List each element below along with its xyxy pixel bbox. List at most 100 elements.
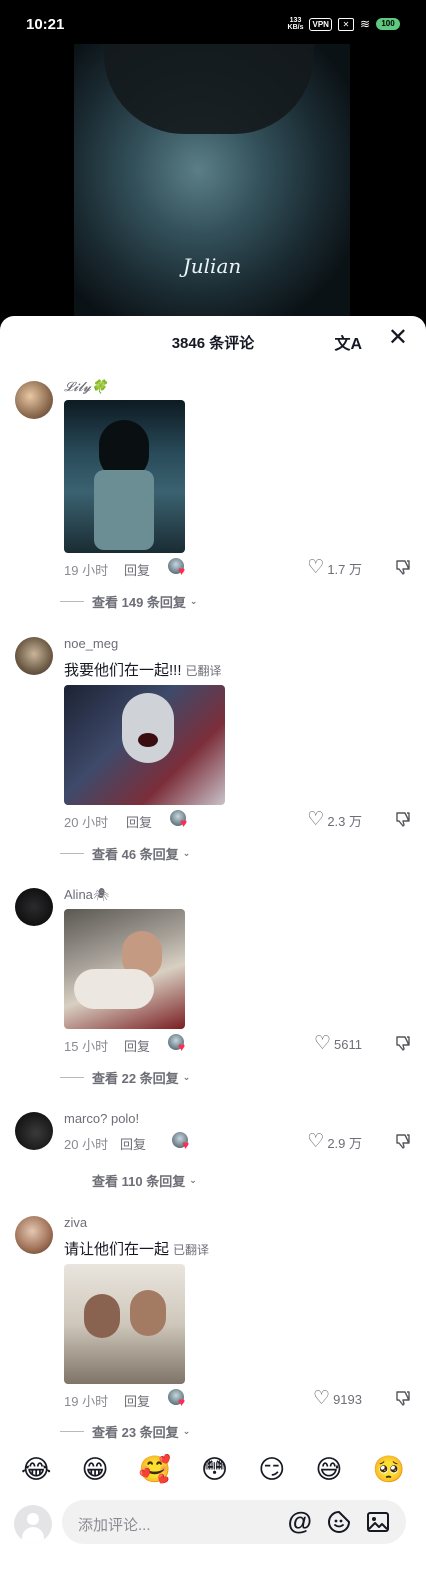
emoji-button[interactable]: 😁 <box>81 1454 108 1484</box>
commenter-avatar[interactable] <box>15 1216 53 1254</box>
wifi-icon: ≋ <box>359 17 370 31</box>
commenter-username[interactable]: Alina🕷 <box>64 887 109 903</box>
heart-icon: ♡ <box>307 809 325 830</box>
view-replies-button[interactable]: 查看 110 条回复 ⌄ <box>92 1171 197 1190</box>
emoji-quick-bar: 😂 😁 🥰 😳 😏 😅 🥺 <box>0 1447 426 1491</box>
comment-input-placeholder: 添加评论... <box>78 1517 151 1534</box>
commenter-username[interactable]: noe_meg <box>64 636 118 651</box>
dislike-icon[interactable] <box>394 1034 412 1052</box>
like-button[interactable]: ♡ 9193 <box>313 1389 362 1409</box>
like-count: 2.3 万 <box>327 813 362 829</box>
commenter-avatar[interactable] <box>15 888 53 926</box>
image-face <box>122 693 174 763</box>
comment-meta: 20 小时 回复 ♥ ♡ 2.9 万 <box>64 1132 414 1154</box>
sheet-header: 3846 条评论 文A ✕ <box>0 316 426 366</box>
reply-button[interactable]: 回复 <box>124 1391 150 1410</box>
image-icon[interactable] <box>366 1510 390 1534</box>
like-button[interactable]: ♡ 2.3 万 <box>307 810 362 830</box>
view-replies-button[interactable]: 查看 23 条回复 ⌄ <box>60 1422 190 1441</box>
image-face-right <box>130 1290 166 1336</box>
comment-time: 19 小时 <box>64 563 109 578</box>
sticker-icon[interactable] <box>327 1510 351 1534</box>
author-liked-badge: ♥ <box>168 1389 190 1409</box>
author-liked-badge: ♥ <box>168 1034 190 1054</box>
comment-input[interactable]: 添加评论... @ <box>62 1500 406 1544</box>
dislike-icon[interactable] <box>394 1389 412 1407</box>
commenter-username[interactable]: 𝓛𝓲𝓵𝔂🍀 <box>64 380 107 395</box>
comment-time: 19 小时 <box>64 1394 109 1409</box>
network-speed: 133 KB/s <box>287 17 304 31</box>
image-blanket <box>74 969 154 1009</box>
chevron-down-icon: ⌄ <box>182 1426 191 1436</box>
author-liked-badge: ♥ <box>168 558 190 578</box>
replies-divider <box>60 601 84 602</box>
comment-input-bar: 添加评论... @ <box>0 1492 426 1586</box>
like-count: 9193 <box>333 1391 362 1407</box>
image-mouth <box>138 733 158 747</box>
reply-button[interactable]: 回复 <box>124 1036 150 1055</box>
comment-image[interactable] <box>64 685 225 805</box>
vpn-badge: VPN <box>309 17 332 31</box>
dislike-icon[interactable] <box>394 810 412 828</box>
heart-icon: ♡ <box>307 1131 325 1152</box>
battery-icon: 100 <box>376 18 400 30</box>
reply-button[interactable]: 回复 <box>126 812 152 831</box>
heart-icon: ♡ <box>307 557 325 578</box>
emoji-button[interactable]: 😳 <box>201 1454 228 1484</box>
comment-text: 请让他们在一起 已翻译 <box>64 1238 209 1259</box>
chevron-down-icon: ⌄ <box>182 848 191 858</box>
mention-icon[interactable]: @ <box>288 1508 312 1536</box>
comment-time: 15 小时 <box>64 1039 109 1054</box>
emoji-button[interactable]: 🥺 <box>373 1454 405 1484</box>
translated-tag[interactable]: 已翻译 <box>186 664 222 678</box>
commenter-avatar[interactable] <box>15 637 53 675</box>
comment-meta: 19 小时 回复 ♥ ♡ 1.7 万 <box>64 558 414 580</box>
comment-image[interactable] <box>64 400 185 553</box>
comment-meta: 20 小时 回复 ♥ ♡ 2.3 万 <box>64 810 414 832</box>
translated-tag[interactable]: 已翻译 <box>173 1243 209 1257</box>
video-player[interactable]: Julian <box>0 44 426 324</box>
commenter-username[interactable]: ziva <box>64 1215 87 1230</box>
dislike-icon[interactable] <box>394 1132 412 1150</box>
video-figure <box>104 44 314 134</box>
comment-time: 20 小时 <box>64 815 109 830</box>
chevron-down-icon: ⌄ <box>189 1175 197 1185</box>
comment-body: 我要他们在一起!!! <box>64 662 182 679</box>
comment-image[interactable] <box>64 1264 185 1384</box>
commenter-avatar[interactable] <box>15 381 53 419</box>
heart-icon: ♡ <box>313 1388 331 1409</box>
dislike-icon[interactable] <box>394 558 412 576</box>
emoji-button[interactable]: 😅 <box>315 1454 342 1484</box>
image-face-left <box>84 1294 120 1338</box>
no-sim-icon: ✕ <box>337 17 354 31</box>
like-count: 1.7 万 <box>327 561 362 577</box>
like-button[interactable]: ♡ 5611 <box>314 1034 362 1054</box>
like-button[interactable]: ♡ 1.7 万 <box>307 558 362 578</box>
replies-divider <box>60 1431 84 1432</box>
like-count: 2.9 万 <box>327 1135 362 1151</box>
video-watermark: Julian <box>182 254 242 278</box>
like-count: 5611 <box>334 1036 362 1052</box>
commenter-username[interactable]: marco? polo! <box>64 1111 139 1126</box>
reply-button[interactable]: 回复 <box>124 560 150 579</box>
view-replies-label: 查看 46 条回复 <box>92 847 179 862</box>
emoji-button[interactable]: 🥰 <box>139 1454 171 1484</box>
author-liked-badge: ♥ <box>172 1132 194 1152</box>
comment-image[interactable] <box>64 909 185 1029</box>
translate-icon[interactable]: 文A <box>334 330 362 354</box>
user-avatar[interactable] <box>14 1505 52 1543</box>
view-replies-label: 查看 110 条回复 <box>92 1174 186 1189</box>
view-replies-label: 查看 22 条回复 <box>92 1071 179 1086</box>
emoji-button[interactable]: 😂 <box>21 1454 51 1484</box>
reply-button[interactable]: 回复 <box>120 1134 146 1153</box>
replies-divider <box>60 1077 84 1078</box>
close-icon[interactable]: ✕ <box>388 326 408 350</box>
comment-meta: 15 小时 回复 ♥ ♡ 5611 <box>64 1034 414 1056</box>
like-button[interactable]: ♡ 2.9 万 <box>307 1132 362 1152</box>
emoji-button[interactable]: 😏 <box>258 1454 285 1484</box>
view-replies-button[interactable]: 查看 22 条回复 ⌄ <box>60 1068 190 1087</box>
view-replies-button[interactable]: 查看 46 条回复 ⌄ <box>60 844 190 863</box>
image-figure-body <box>94 470 154 550</box>
commenter-avatar[interactable] <box>15 1112 53 1150</box>
view-replies-button[interactable]: 查看 149 条回复 ⌄ <box>60 592 197 611</box>
